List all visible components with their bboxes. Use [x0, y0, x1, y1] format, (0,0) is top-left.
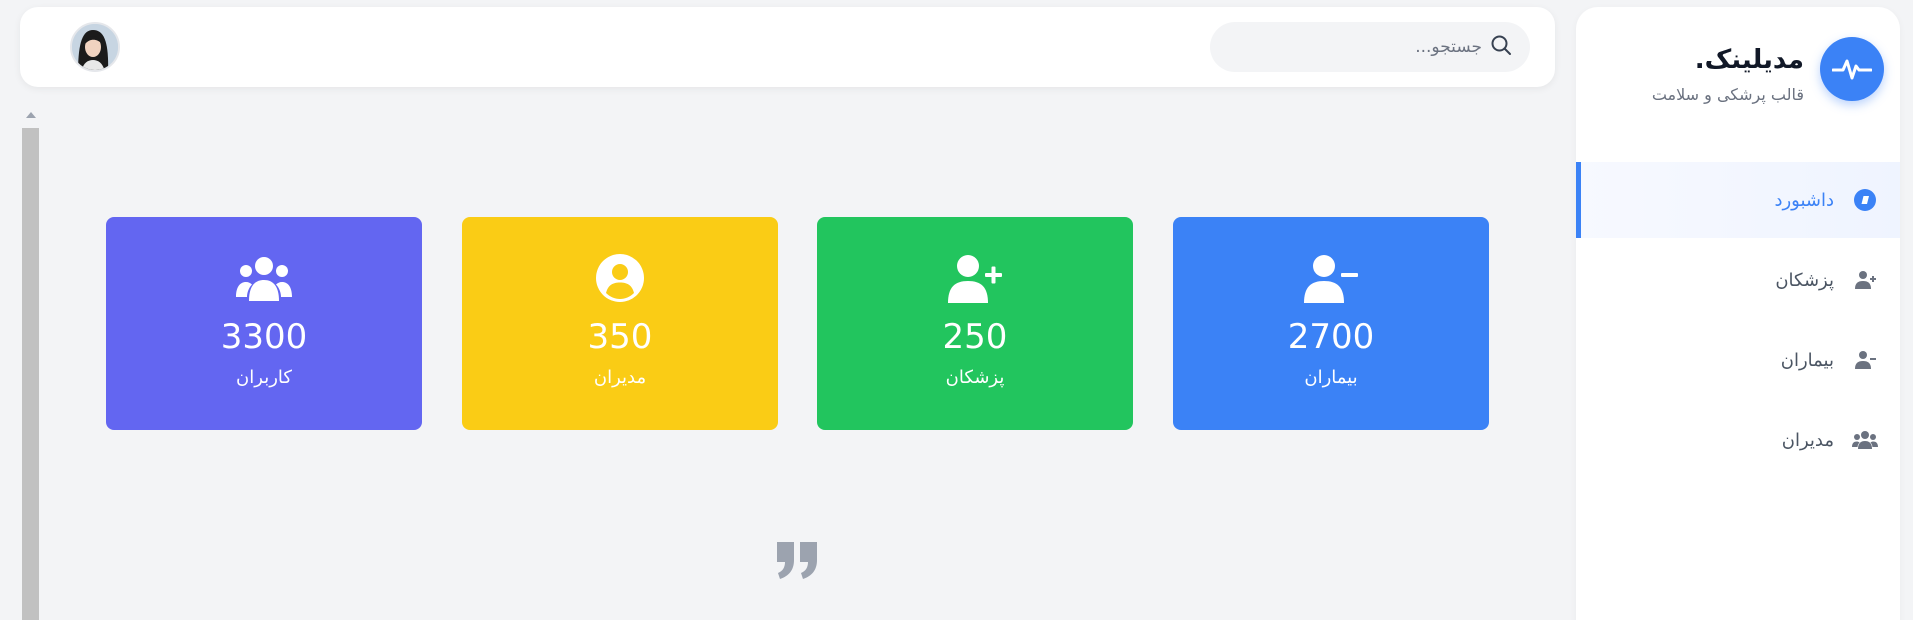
- user-circle-icon: [595, 251, 645, 305]
- brand-tagline: قالب پرشکی و سلامت: [1651, 85, 1804, 104]
- stat-value: 3300: [220, 317, 308, 357]
- stat-value: 2700: [1287, 317, 1375, 357]
- avatar[interactable]: [70, 22, 120, 72]
- sidebar: مدیلینک. قالب پرشکی و سلامت داشبورد پزشک…: [1576, 7, 1900, 620]
- stat-label: مدیران: [593, 367, 647, 388]
- search-icon: [1490, 34, 1512, 60]
- dashboard-icon: [1852, 187, 1878, 213]
- stat-value: 350: [587, 317, 653, 357]
- stat-label: پزشکان: [945, 367, 1005, 388]
- stat-card-patients[interactable]: 2700 بیماران: [1173, 217, 1489, 430]
- stat-label: بیماران: [1304, 367, 1358, 388]
- user-plus-icon: [947, 251, 1003, 305]
- search-box[interactable]: [1210, 22, 1530, 72]
- sidebar-item-doctors[interactable]: پزشکان: [1576, 242, 1900, 318]
- stat-card-admins[interactable]: 350 مدیران: [462, 217, 778, 430]
- sidebar-item-label: پزشکان: [1775, 269, 1834, 291]
- sidebar-item-admins[interactable]: مدیران: [1576, 402, 1900, 478]
- sidebar-item-label: داشبورد: [1774, 189, 1834, 211]
- stat-value: 250: [942, 317, 1008, 357]
- stat-card-users[interactable]: 3300 کاربران: [106, 217, 422, 430]
- vertical-scrollbar[interactable]: [22, 112, 39, 620]
- stat-label: کاربران: [236, 367, 292, 388]
- sidebar-item-patients[interactable]: بیماران: [1576, 322, 1900, 398]
- users-icon: [236, 251, 292, 305]
- brand-name: مدیلینک.: [1694, 45, 1804, 75]
- pulse-logo-icon: [1820, 37, 1884, 101]
- brand[interactable]: مدیلینک. قالب پرشکی و سلامت: [1584, 37, 1884, 117]
- app-root: مدیلینک. قالب پرشکی و سلامت داشبورد پزشک…: [0, 0, 1913, 620]
- sidebar-nav: داشبورد پزشکان بیماران مدیران: [1576, 162, 1900, 478]
- search-input[interactable]: [1242, 37, 1482, 57]
- user-minus-icon: [1303, 251, 1359, 305]
- scroll-up-arrow-icon[interactable]: [26, 112, 36, 118]
- quote-icon: [775, 540, 819, 580]
- sidebar-item-label: بیماران: [1780, 349, 1834, 371]
- top-header: [20, 7, 1555, 87]
- user-minus-icon: [1852, 347, 1878, 373]
- scroll-thumb[interactable]: [22, 128, 39, 620]
- stat-card-doctors[interactable]: 250 پزشکان: [817, 217, 1133, 430]
- sidebar-item-dashboard[interactable]: داشبورد: [1576, 162, 1900, 238]
- users-icon: [1852, 427, 1878, 453]
- user-plus-icon: [1852, 267, 1878, 293]
- sidebar-item-label: مدیران: [1781, 429, 1834, 451]
